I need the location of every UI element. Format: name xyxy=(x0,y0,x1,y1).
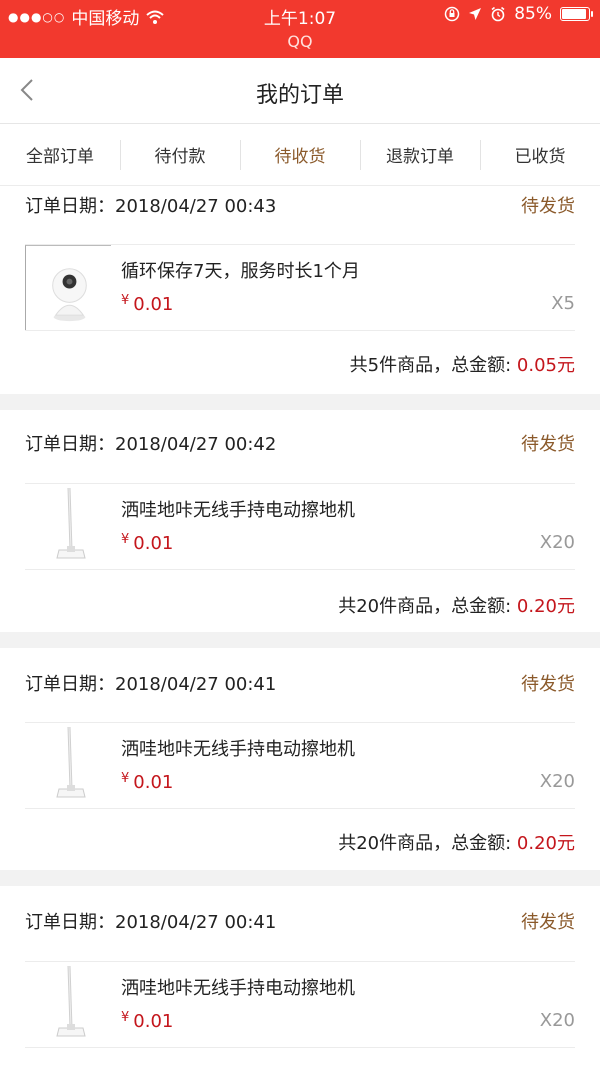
order-date: 订单日期：2018/04/27 00:43 xyxy=(25,196,277,217)
order-card[interactable]: 订单日期：2018/04/27 00:42 待发货 洒哇地咔无线手持电动擦地机 … xyxy=(0,410,600,632)
order-tabs: 全部订单 待付款 待收货 退款订单 已收货 xyxy=(0,124,600,186)
order-status: 待发货 xyxy=(521,674,575,695)
order-total: 共20件商品，总金额: 0.20元 xyxy=(338,833,575,854)
product-name: 洒哇地咔无线手持电动擦地机 xyxy=(121,978,355,999)
app-indicator[interactable]: QQ xyxy=(0,32,600,51)
product-price: ¥0.01 xyxy=(121,771,174,793)
tab-pending-receipt[interactable]: 待收货 xyxy=(240,124,360,185)
order-item[interactable]: 循环保存7天，服务时长1个月 ¥0.01 X5 xyxy=(25,244,575,331)
order-card[interactable]: 订单日期：2018/04/27 00:41 待发货 洒哇地咔无线手持电动擦地机 … xyxy=(0,648,600,870)
tab-refund-orders[interactable]: 退款订单 xyxy=(360,124,480,185)
order-card[interactable]: 订单日期：2018/04/27 00:43 待发货 循环保存7天，服务时长1个月… xyxy=(0,186,600,394)
order-item[interactable]: 洒哇地咔无线手持电动擦地机 ¥0.01 X20 xyxy=(25,961,575,1048)
tab-all-orders[interactable]: 全部订单 xyxy=(0,124,120,185)
product-quantity: X20 xyxy=(539,532,575,553)
location-icon xyxy=(469,8,482,20)
product-price: ¥0.01 xyxy=(121,293,174,315)
mop-product-image xyxy=(25,962,111,1047)
order-status: 待发货 xyxy=(521,434,575,455)
tab-received[interactable]: 已收货 xyxy=(480,124,600,185)
product-quantity: X5 xyxy=(551,293,575,314)
order-status: 待发货 xyxy=(521,196,575,217)
order-date: 订单日期：2018/04/27 00:42 xyxy=(25,434,277,455)
mop-product-image xyxy=(25,723,111,808)
product-name: 洒哇地咔无线手持电动擦地机 xyxy=(121,500,355,521)
rotation-lock-icon xyxy=(444,6,460,22)
product-name: 循环保存7天，服务时长1个月 xyxy=(121,261,360,282)
product-quantity: X20 xyxy=(539,771,575,792)
order-card[interactable]: 订单日期：2018/04/27 00:41 待发货 洒哇地咔无线手持电动擦地机 … xyxy=(0,886,600,1066)
order-total: 共5件商品，总金额: 0.05元 xyxy=(349,355,575,376)
product-price: ¥0.01 xyxy=(121,1010,174,1032)
alarm-icon xyxy=(491,6,505,22)
mop-product-image xyxy=(25,484,111,569)
battery-icon xyxy=(560,7,593,21)
product-price: ¥0.01 xyxy=(121,532,174,554)
page-title: 我的订单 xyxy=(255,83,344,108)
product-name: 洒哇地咔无线手持电动擦地机 xyxy=(121,739,355,760)
order-total: 共20件商品，总金额: 0.20元 xyxy=(338,596,575,617)
order-date: 订单日期：2018/04/27 00:41 xyxy=(25,912,277,933)
battery-percent: 85% xyxy=(514,4,552,24)
order-status: 待发货 xyxy=(521,912,575,933)
camera-product-image xyxy=(25,245,111,330)
product-quantity: X20 xyxy=(539,1010,575,1031)
order-date: 订单日期：2018/04/27 00:41 xyxy=(25,674,277,695)
tab-pending-payment[interactable]: 待付款 xyxy=(120,124,240,185)
status-bar: ●●●○○ 中国移动 上午1:07 85% QQ xyxy=(0,0,600,58)
order-item[interactable]: 洒哇地咔无线手持电动擦地机 ¥0.01 X20 xyxy=(25,483,575,570)
nav-bar: 我的订单 xyxy=(0,58,600,124)
order-item[interactable]: 洒哇地咔无线手持电动擦地机 ¥0.01 X20 xyxy=(25,722,575,809)
